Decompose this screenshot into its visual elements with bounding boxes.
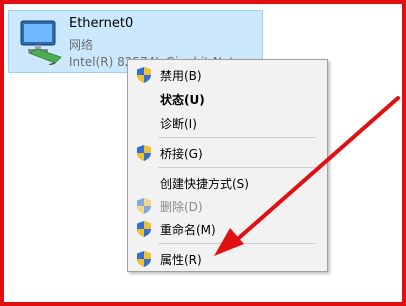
- menu-item-label: 桥接(G): [160, 147, 203, 161]
- adapter-type: 网络: [69, 38, 94, 52]
- shield-icon: [137, 198, 151, 214]
- menu-item-label: 诊断(I): [160, 117, 197, 131]
- adapter-name: Ethernet0: [69, 16, 134, 31]
- menu-item-label: 重命名(M): [160, 223, 216, 237]
- menu-item-label: 禁用(B): [160, 69, 202, 83]
- shield-icon: [137, 221, 151, 237]
- network-adapter-icon: [20, 20, 62, 65]
- menu-item-label: 删除(D): [160, 200, 203, 214]
- menu-item-properties[interactable]: 属性(R): [128, 248, 327, 270]
- menu-item-rename[interactable]: 重命名(M): [128, 218, 327, 240]
- shield-icon: [137, 145, 151, 161]
- menu-item-label: 创建快捷方式(S): [160, 177, 249, 191]
- shield-icon: [137, 251, 151, 267]
- menu-item-bridge[interactable]: 桥接(G): [128, 142, 327, 164]
- menu-item-status[interactable]: 状态(U): [128, 88, 327, 110]
- context-menu: 禁用(B) 状态(U) 诊断(I) 桥接(G) 创建快捷方式(S) 删除(D) …: [127, 59, 328, 272]
- menu-item-disable[interactable]: 禁用(B): [128, 64, 327, 86]
- menu-separator: [158, 243, 316, 244]
- menu-item-diagnose[interactable]: 诊断(I): [128, 112, 327, 134]
- menu-separator: [158, 167, 316, 168]
- menu-separator: [158, 137, 316, 138]
- menu-item-delete[interactable]: 删除(D): [128, 195, 327, 217]
- menu-item-label: 属性(R): [160, 253, 202, 267]
- menu-item-label: 状态(U): [160, 93, 205, 107]
- shield-icon: [137, 67, 151, 83]
- menu-item-create-shortcut[interactable]: 创建快捷方式(S): [128, 172, 327, 194]
